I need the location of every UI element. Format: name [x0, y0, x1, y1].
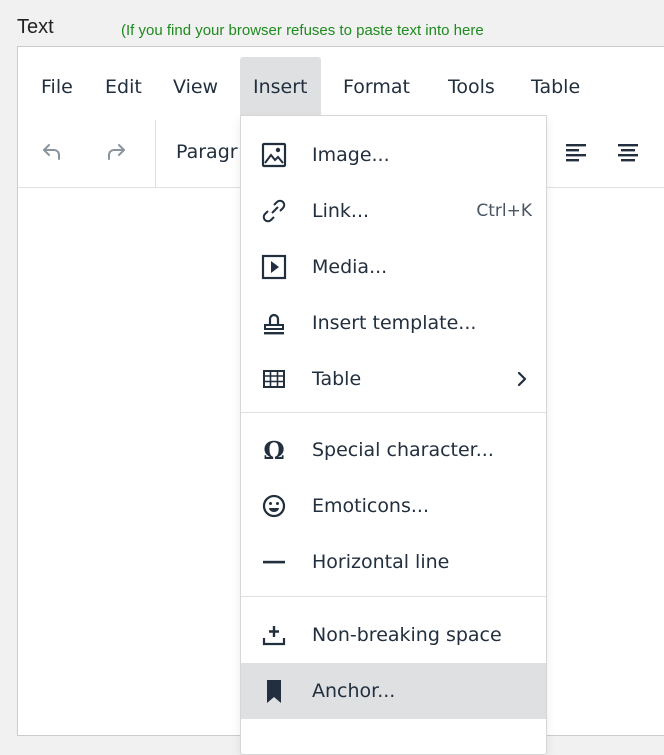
menu-item-label: Insert template...	[312, 312, 477, 334]
image-icon	[260, 141, 288, 169]
redo-button[interactable]	[94, 130, 138, 174]
insert-menu-dropdown: Image... Link... Ctrl+K Media... Insert …	[240, 115, 547, 755]
menu-item-label: Image...	[312, 144, 390, 166]
bookmark-icon	[260, 677, 288, 705]
menu-item-label: Link...	[312, 200, 370, 222]
chevron-right-icon	[516, 369, 528, 389]
redo-icon	[104, 140, 128, 164]
menu-edit[interactable]: Edit	[95, 57, 152, 117]
menu-file[interactable]: File	[31, 57, 83, 117]
align-left-icon	[564, 140, 588, 164]
svg-text:Ω: Ω	[263, 437, 284, 463]
field-label: Text	[17, 16, 54, 38]
omega-icon: Ω	[260, 436, 288, 464]
align-center-icon	[616, 140, 640, 164]
media-icon	[260, 253, 288, 281]
menubar: File Edit View Insert Format Tools Table	[18, 47, 664, 121]
horizontal-line-icon	[260, 548, 288, 576]
insert-table-item[interactable]: Table	[241, 351, 546, 407]
menu-divider	[241, 596, 546, 597]
insert-link-item[interactable]: Link... Ctrl+K	[241, 183, 546, 239]
insert-template-item[interactable]: Insert template...	[241, 295, 546, 351]
menu-item-label: Non-breaking space	[312, 624, 502, 646]
align-left-button[interactable]	[554, 130, 598, 174]
insert-special-character-item[interactable]: Ω Special character...	[241, 422, 546, 478]
table-icon	[260, 365, 288, 393]
menu-table[interactable]: Table	[521, 57, 590, 117]
undo-icon	[40, 140, 64, 164]
menu-item-shortcut: Ctrl+K	[476, 201, 532, 221]
menu-view[interactable]: View	[163, 57, 228, 117]
menu-item-label: Anchor...	[312, 680, 396, 702]
menu-item-label: Emoticons...	[312, 495, 429, 517]
insert-image-item[interactable]: Image...	[241, 127, 546, 183]
menu-tools[interactable]: Tools	[438, 57, 505, 117]
menu-item-label: Table	[312, 368, 362, 390]
insert-anchor-item[interactable]: Anchor...	[241, 663, 546, 719]
template-icon	[260, 309, 288, 337]
field-hint: (If you find your browser refuses to pas…	[121, 22, 484, 39]
menu-item-label: Media...	[312, 256, 388, 278]
menu-item-label: Horizontal line	[312, 551, 450, 573]
emoticon-icon	[260, 492, 288, 520]
toolbar-divider	[155, 120, 156, 187]
menu-insert[interactable]: Insert	[240, 57, 321, 117]
nbsp-icon	[260, 621, 288, 649]
block-format-select[interactable]: Paragr	[176, 130, 238, 174]
insert-emoticons-item[interactable]: Emoticons...	[241, 478, 546, 534]
menu-divider	[241, 412, 546, 413]
undo-button[interactable]	[30, 130, 74, 174]
insert-nonbreaking-space-item[interactable]: Non-breaking space	[241, 607, 546, 663]
field-label-row: Text (If you find your browser refuses t…	[0, 0, 664, 46]
insert-horizontal-line-item[interactable]: Horizontal line	[241, 534, 546, 590]
link-icon	[260, 197, 288, 225]
menu-item-label: Special character...	[312, 439, 494, 461]
menu-format[interactable]: Format	[333, 57, 420, 117]
insert-media-item[interactable]: Media...	[241, 239, 546, 295]
align-center-button[interactable]	[606, 130, 650, 174]
